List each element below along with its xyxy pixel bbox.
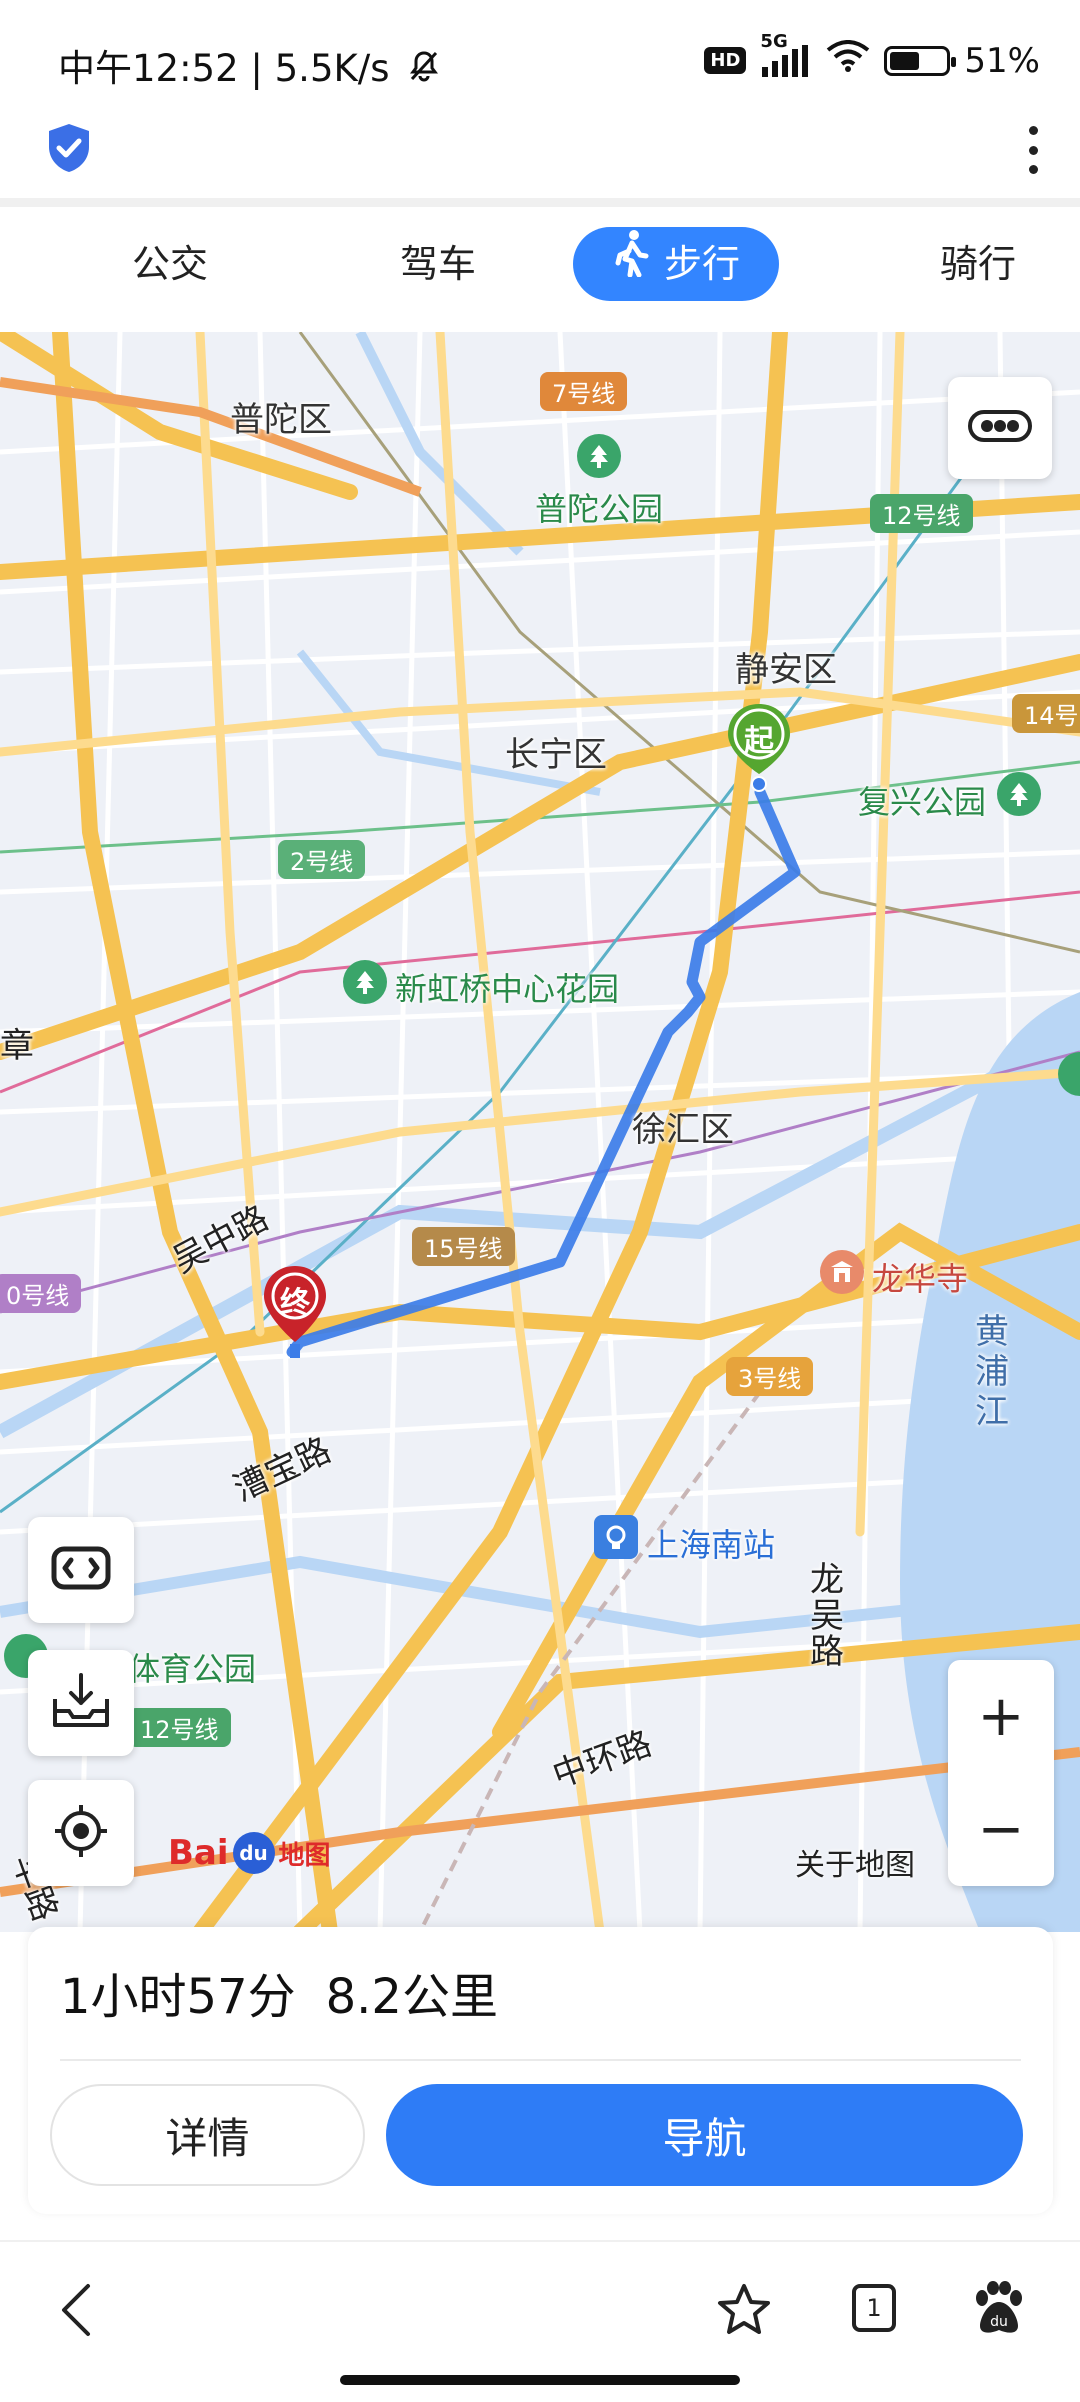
mute-icon xyxy=(407,49,441,92)
status-speed: 5.5K/s xyxy=(274,47,390,90)
tab-cycling[interactable]: 骑行 xyxy=(918,227,1038,301)
route-map[interactable]: 普陀区 静安区 长宁区 徐汇区 7号线 12号线 14号 2号线 15号线 0号… xyxy=(0,332,1080,1932)
start-marker[interactable]: 起 xyxy=(726,702,792,792)
cell-signal-icon: 5G xyxy=(760,31,812,77)
poi-shanghai-south-station[interactable]: 上海南站 xyxy=(647,1520,775,1566)
temple-icon xyxy=(820,1250,864,1294)
status-indicators: HD 5G 51% xyxy=(704,31,1040,81)
navigate-button[interactable]: 导航 xyxy=(386,2084,1023,2186)
street-view-button[interactable] xyxy=(28,1517,134,1623)
zoom-out-button[interactable]: − xyxy=(948,1773,1054,1886)
poi-putuo-park[interactable]: 普陀公园 xyxy=(535,484,663,530)
tab-transit[interactable]: 公交 xyxy=(110,227,230,301)
metro-badge-line10: 0号线 xyxy=(0,1274,82,1313)
park-icon xyxy=(997,772,1041,816)
district-label-putuo: 普陀区 xyxy=(230,400,332,440)
metro-badge-line14: 14号 xyxy=(1012,694,1080,733)
baidu-map-logo: Bai du 地图 xyxy=(168,1832,331,1874)
metro-badge-line12-south: 12号线 xyxy=(128,1708,231,1747)
more-vertical-icon[interactable] xyxy=(1008,120,1058,180)
baidu-paw-icon[interactable]: du xyxy=(972,2280,1026,2340)
zoom-in-button[interactable]: + xyxy=(948,1660,1054,1773)
star-icon[interactable] xyxy=(716,2282,772,2342)
route-summary-card: 1小时57分 8.2公里 详情 导航 xyxy=(28,1927,1053,2214)
divider xyxy=(0,198,1080,207)
shield-check-icon[interactable] xyxy=(46,122,92,174)
back-arrow-icon[interactable] xyxy=(56,2282,96,2342)
poi-sports-park[interactable]: 体育公园 xyxy=(128,1644,256,1690)
tab-driving[interactable]: 驾车 xyxy=(378,227,498,301)
layers-toggle-button[interactable] xyxy=(948,377,1052,479)
poi-xinhongqiao-garden[interactable]: 新虹桥中心花园 xyxy=(395,964,619,1010)
battery-icon xyxy=(884,45,957,76)
end-marker[interactable]: 终 xyxy=(262,1264,328,1364)
offline-download-button[interactable] xyxy=(28,1650,134,1756)
poi-longhua-temple[interactable]: 龙华寺 xyxy=(872,1254,968,1300)
locate-icon xyxy=(53,1803,109,1863)
route-distance: 8.2公里 xyxy=(325,1969,498,2025)
district-label-xuhui: 徐汇区 xyxy=(632,1110,734,1150)
status-bar: 中午12:52 | 5.5K/s HD 5G 51% xyxy=(0,0,1080,125)
metro-badge-line7: 7号线 xyxy=(540,372,628,411)
status-time: 中午12:52 xyxy=(58,47,239,90)
svg-text:du: du xyxy=(990,2314,1008,2330)
divider xyxy=(60,2059,1021,2061)
park-icon xyxy=(343,960,387,1004)
details-button[interactable]: 详情 xyxy=(50,2084,365,2186)
hd-badge: HD xyxy=(704,47,747,74)
poi-fuxing-park[interactable]: 复兴公园 xyxy=(858,777,986,823)
end-marker-label: 终 xyxy=(280,1286,310,1321)
tab-walking[interactable]: 步行 xyxy=(573,227,779,301)
start-marker-label: 起 xyxy=(744,724,774,759)
road-label-longwu: 龙吴路 xyxy=(810,1560,844,1672)
metro-badge-line12-north: 12号线 xyxy=(870,494,973,533)
river-label-huangpu: 黄浦江 xyxy=(975,1312,1009,1432)
baidu-paw-icon: du xyxy=(232,1832,275,1874)
tabs-count-button[interactable]: 1 xyxy=(852,2284,896,2332)
zoom-controls: + − xyxy=(948,1660,1054,1886)
metro-badge-line2: 2号线 xyxy=(278,840,366,879)
map-base xyxy=(0,332,1080,1932)
status-time-speed: 中午12:52 | 5.5K/s xyxy=(58,38,441,92)
locate-button[interactable] xyxy=(28,1780,134,1886)
about-map-link[interactable]: 关于地图 xyxy=(795,1840,915,1884)
wifi-icon xyxy=(826,40,870,81)
district-label-jingan: 静安区 xyxy=(735,650,837,690)
offline-download-icon xyxy=(51,1673,111,1733)
home-indicator[interactable] xyxy=(340,2375,740,2385)
road-label-edge: 章 xyxy=(0,1026,34,1066)
metro-badge-line15: 15号线 xyxy=(412,1227,515,1266)
walking-icon xyxy=(612,227,650,301)
app-bar xyxy=(0,110,1080,200)
district-label-changning: 长宁区 xyxy=(505,735,607,775)
battery-percent: 51% xyxy=(964,40,1040,81)
park-icon xyxy=(577,434,621,478)
travel-mode-tabs: 公交 驾车 步行 骑行 xyxy=(0,207,1080,332)
layers-toggle-icon xyxy=(968,406,1032,450)
metro-badge-line3: 3号线 xyxy=(726,1357,814,1396)
train-station-icon xyxy=(594,1515,638,1559)
route-summary: 1小时57分 8.2公里 xyxy=(60,1957,498,2027)
tab-walking-label: 步行 xyxy=(663,242,740,286)
route-duration: 1小时57分 xyxy=(60,1969,296,2025)
street-view-icon xyxy=(51,1546,111,1594)
